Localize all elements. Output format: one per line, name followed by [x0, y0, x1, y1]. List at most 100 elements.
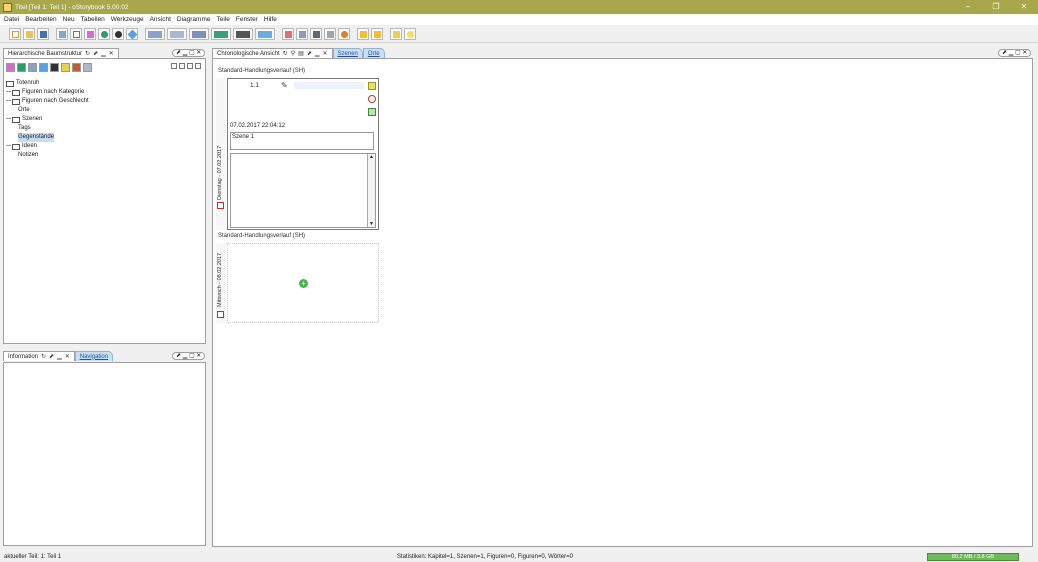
collapse-icon[interactable]: [195, 63, 201, 69]
scrollbar[interactable]: ▲ ▼: [367, 154, 375, 227]
chapters-icon[interactable]: [56, 28, 68, 40]
pin-icon[interactable]: ⬈: [93, 50, 98, 57]
filter-parts-icon[interactable]: [83, 63, 92, 72]
memory-indicator[interactable]: 80.2 MB / 3.8 GB: [927, 552, 1019, 561]
tree-item-tags[interactable]: Tags: [6, 124, 89, 133]
tree-root[interactable]: Totenruh: [6, 79, 89, 88]
chart3-icon[interactable]: [233, 28, 253, 40]
delete-scene-icon[interactable]: [368, 95, 376, 103]
main-window-buttons[interactable]: ⬈ ▁ ▢ ✕: [998, 49, 1032, 57]
table2-icon[interactable]: [167, 28, 187, 40]
collapse-all-icon[interactable]: [179, 63, 185, 69]
expand-all-icon[interactable]: [171, 63, 177, 69]
close-icon[interactable]: ✕: [322, 50, 327, 57]
menu-teile[interactable]: Teile: [216, 16, 229, 23]
menu-diagramme[interactable]: Diagramme: [177, 16, 211, 23]
print-icon[interactable]: ▤: [298, 50, 304, 57]
pin-icon[interactable]: ⬈: [49, 353, 54, 360]
menu-hilfe[interactable]: Hilfe: [264, 16, 277, 23]
close-window-button[interactable]: ✕: [1010, 0, 1038, 14]
scene-card[interactable]: 1.1 ✎ 07.02.2017 22:04:12 Szene 1 ▲ ▼: [227, 78, 379, 230]
filter-ideas-icon[interactable]: [61, 63, 70, 72]
minimize-icon[interactable]: ▁: [315, 50, 320, 57]
tab-tree[interactable]: Hierarchische Baumstruktur ↻ ⬈ ▁ ✕: [3, 48, 119, 58]
scene-text-area[interactable]: ▲ ▼: [230, 153, 376, 228]
next-icon[interactable]: [371, 28, 383, 40]
scene-title-field[interactable]: Szene 1: [230, 132, 374, 150]
edit-pencil-icon[interactable]: ✎: [281, 81, 288, 90]
filter-items-icon[interactable]: [50, 63, 59, 72]
tab-tree-label: Hierarchische Baumstruktur: [8, 50, 83, 57]
filter-tags-icon[interactable]: [39, 63, 48, 72]
day-calendar-icon[interactable]: [217, 311, 224, 318]
expand-icon[interactable]: [187, 63, 193, 69]
edit-scene-icon[interactable]: [368, 82, 376, 90]
export-icon[interactable]: [324, 28, 336, 40]
info-window-buttons[interactable]: ⬈ ▁ ▢ ✕: [172, 352, 206, 360]
new-file-icon[interactable]: [9, 28, 21, 40]
restore-button[interactable]: ❐: [982, 0, 1010, 14]
tree-item-ideen[interactable]: ⊶ Ideen: [6, 142, 89, 151]
tree-item-gegenstaende[interactable]: Gegenstände: [6, 133, 89, 142]
web-icon[interactable]: [338, 28, 350, 40]
tree-item-figuren-geschlecht[interactable]: ⊶ Figuren nach Geschlecht: [6, 97, 89, 106]
list-icon[interactable]: [310, 28, 322, 40]
memo-icon[interactable]: [282, 28, 294, 40]
open-file-icon[interactable]: [23, 28, 35, 40]
tree-item-orte[interactable]: Orte: [6, 106, 89, 115]
current-part-status: aktueller Teil: 1: Teil 1: [4, 553, 62, 560]
refresh-icon[interactable]: ↻: [41, 353, 46, 360]
zoom-icon[interactable]: ⚲: [291, 50, 295, 57]
tree-window-buttons[interactable]: ⬈ ▁ ▢ ✕: [172, 49, 206, 57]
tab-navigation[interactable]: Navigation: [74, 351, 114, 361]
tree-item-szenen[interactable]: ⊶ Szenen: [6, 115, 89, 124]
minimize-button[interactable]: –: [954, 0, 982, 14]
new-scene-icon[interactable]: [368, 108, 376, 116]
day-calendar-icon[interactable]: [217, 202, 224, 209]
tab-information[interactable]: Information ↻ ⬈ ▁ ✕: [3, 351, 75, 361]
close-icon[interactable]: ✕: [65, 353, 70, 360]
chart-icon[interactable]: [189, 28, 209, 40]
menu-datei[interactable]: Datei: [4, 16, 19, 23]
filter-persons-icon[interactable]: [6, 63, 15, 72]
tree-item-label: Figuren nach Geschlecht: [22, 98, 89, 104]
menu-bearbeiten[interactable]: Bearbeiten: [25, 16, 56, 23]
scroll-up-icon[interactable]: ▲: [368, 154, 375, 160]
book-icon[interactable]: [296, 28, 308, 40]
tab-orte[interactable]: Orte: [362, 48, 385, 58]
items-icon[interactable]: [112, 28, 124, 40]
scroll-down-icon[interactable]: ▼: [368, 221, 375, 227]
minimize-icon[interactable]: ▁: [57, 353, 62, 360]
refresh-icon[interactable]: ↻: [283, 50, 288, 57]
filter-chapters-icon[interactable]: [28, 63, 37, 72]
tab-chronological[interactable]: Chronologische Ansicht ↻ ⚲ ▤ ⬈ ▁ ✕: [212, 48, 333, 58]
menu-ansicht[interactable]: Ansicht: [150, 16, 171, 23]
chart2-icon[interactable]: [211, 28, 231, 40]
close-icon[interactable]: ✕: [109, 50, 114, 57]
lightbulb-icon[interactable]: [404, 28, 416, 40]
persons-icon[interactable]: [84, 28, 96, 40]
filter-locations-icon[interactable]: [17, 63, 26, 72]
tags-icon[interactable]: [126, 28, 138, 40]
prev-icon[interactable]: [357, 28, 369, 40]
filter-strands-icon[interactable]: [72, 63, 81, 72]
minimize-icon[interactable]: ▁: [101, 50, 106, 57]
table-icon[interactable]: [145, 28, 165, 40]
tree-item-figuren-kategorie[interactable]: ⊶ Figuren nach Kategorie: [6, 88, 89, 97]
menu-tabellen[interactable]: Tabellen: [81, 16, 105, 23]
save-icon[interactable]: [37, 28, 49, 40]
scenes-icon[interactable]: [70, 28, 82, 40]
tab-navigation-label: Navigation: [79, 353, 109, 360]
pin-icon[interactable]: ⬈: [307, 50, 312, 57]
menu-werkzeuge[interactable]: Werkzeuge: [111, 16, 144, 23]
tree-item-notizen[interactable]: Notizen: [6, 151, 89, 160]
add-scene-icon[interactable]: +: [299, 279, 308, 288]
tab-szenen[interactable]: Szenen: [332, 48, 363, 58]
chart4-icon[interactable]: [255, 28, 275, 40]
menu-fenster[interactable]: Fenster: [236, 16, 258, 23]
locations-icon[interactable]: [98, 28, 110, 40]
tree-panel: Totenruh ⊶ Figuren nach Kategorie ⊶ Figu…: [3, 58, 206, 344]
idea-icon[interactable]: [390, 28, 402, 40]
menu-neu[interactable]: Neu: [63, 16, 75, 23]
refresh-icon[interactable]: ↻: [85, 50, 90, 57]
